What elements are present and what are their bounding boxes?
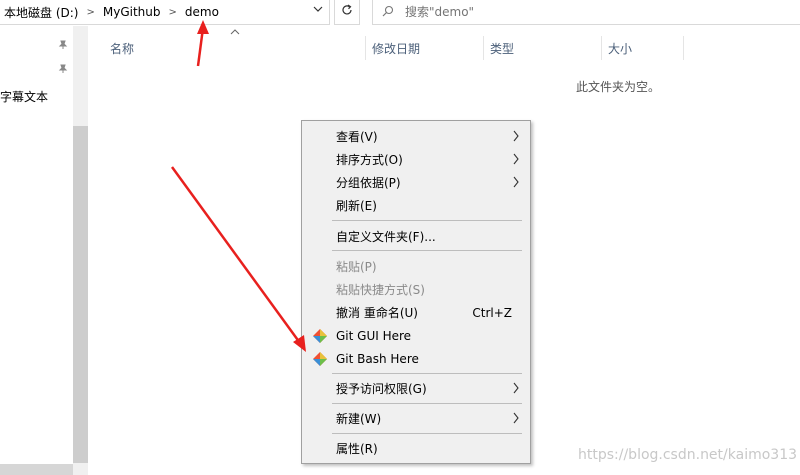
chevron-right-icon bbox=[512, 381, 520, 398]
menu-item-label: 查看(V) bbox=[336, 130, 378, 144]
menu-item-label: Git GUI Here bbox=[336, 328, 412, 343]
menu-item-label: 粘贴(P) bbox=[336, 260, 377, 274]
refresh-button[interactable] bbox=[334, 0, 360, 25]
pin-icon bbox=[58, 64, 68, 77]
menu-item-label: 刷新(E) bbox=[336, 199, 377, 213]
menu-separator bbox=[332, 373, 522, 374]
menu-item-customize-folder[interactable]: 自定义文件夹(F)... bbox=[302, 225, 530, 248]
nav-scrollbar-thumb[interactable] bbox=[73, 126, 88, 463]
nav-item-label[interactable]: 英字幕文本 bbox=[0, 88, 48, 105]
chevron-right-icon bbox=[512, 152, 520, 169]
menu-item-label: 粘贴快捷方式(S) bbox=[336, 283, 425, 297]
menu-item-group-by[interactable]: 分组依据(P) bbox=[302, 171, 530, 194]
menu-separator bbox=[332, 250, 522, 251]
chevron-right-icon bbox=[512, 175, 520, 192]
menu-item-shortcut: Ctrl+Z bbox=[472, 305, 512, 320]
git-icon bbox=[312, 351, 328, 367]
menu-item-give-access[interactable]: 授予访问权限(G) bbox=[302, 377, 530, 400]
menu-separator bbox=[332, 433, 522, 434]
annotation-arrow-down bbox=[170, 166, 306, 352]
chevron-right-icon bbox=[512, 129, 520, 146]
navigation-pane[interactable]: 英字幕文本 bbox=[0, 26, 88, 475]
breadcrumb-separator: > bbox=[86, 6, 95, 18]
menu-item-sort-by[interactable]: 排序方式(O) bbox=[302, 148, 530, 171]
menu-item-label: 属性(R) bbox=[336, 442, 378, 456]
address-bar[interactable]: 本地磁盘 (D:) > MyGithub > demo bbox=[0, 0, 330, 25]
search-input[interactable] bbox=[403, 4, 787, 20]
menu-item-label: 排序方式(O) bbox=[336, 153, 403, 167]
context-menu[interactable]: 查看(V) 排序方式(O) 分组依据(P) 刷新(E) 自定义文件夹(F)...… bbox=[301, 120, 531, 464]
breadcrumb-demo[interactable]: demo bbox=[181, 5, 223, 19]
search-icon bbox=[373, 5, 403, 20]
menu-item-label: 新建(W) bbox=[336, 412, 382, 426]
chevron-down-icon[interactable] bbox=[313, 4, 323, 17]
menu-item-label: 自定义文件夹(F)... bbox=[336, 230, 436, 244]
menu-item-git-bash-here[interactable]: Git Bash Here bbox=[302, 347, 530, 370]
nav-bottom-strip bbox=[0, 464, 73, 475]
menu-separator bbox=[332, 220, 522, 221]
search-box[interactable] bbox=[372, 0, 800, 25]
menu-item-paste: 粘贴(P) bbox=[302, 255, 530, 278]
menu-item-label: 撤消 重命名(U) bbox=[336, 306, 418, 320]
menu-separator bbox=[332, 403, 522, 404]
column-header-size[interactable]: 大小 bbox=[602, 36, 684, 60]
breadcrumb-separator: > bbox=[168, 6, 177, 18]
menu-item-properties[interactable]: 属性(R) bbox=[302, 437, 530, 460]
menu-item-paste-shortcut: 粘贴快捷方式(S) bbox=[302, 278, 530, 301]
menu-item-git-gui-here[interactable]: Git GUI Here bbox=[302, 324, 530, 347]
menu-item-new[interactable]: 新建(W) bbox=[302, 407, 530, 430]
menu-item-label: Git Bash Here bbox=[336, 351, 419, 366]
chevron-right-icon bbox=[512, 411, 520, 428]
empty-folder-message: 此文件夹为空。 bbox=[576, 80, 661, 94]
column-header-type[interactable]: 类型 bbox=[484, 36, 602, 60]
menu-item-refresh[interactable]: 刷新(E) bbox=[302, 194, 530, 217]
git-icon bbox=[312, 328, 328, 344]
breadcrumb-drive[interactable]: 本地磁盘 (D:) bbox=[0, 4, 82, 21]
menu-item-label: 授予访问权限(G) bbox=[336, 382, 427, 396]
column-header-date[interactable]: 修改日期 bbox=[366, 36, 484, 60]
watermark-text: https://blog.csdn.net/kaimo313 bbox=[578, 447, 798, 463]
menu-item-view[interactable]: 查看(V) bbox=[302, 125, 530, 148]
breadcrumb-mygithub[interactable]: MyGithub bbox=[99, 5, 165, 19]
refresh-icon bbox=[341, 4, 353, 20]
menu-item-label: 分组依据(P) bbox=[336, 176, 401, 190]
pin-icon bbox=[58, 40, 68, 53]
menu-item-undo-rename[interactable]: 撤消 重命名(U) Ctrl+Z bbox=[302, 301, 530, 324]
column-header-name[interactable]: 名称 bbox=[104, 36, 366, 60]
